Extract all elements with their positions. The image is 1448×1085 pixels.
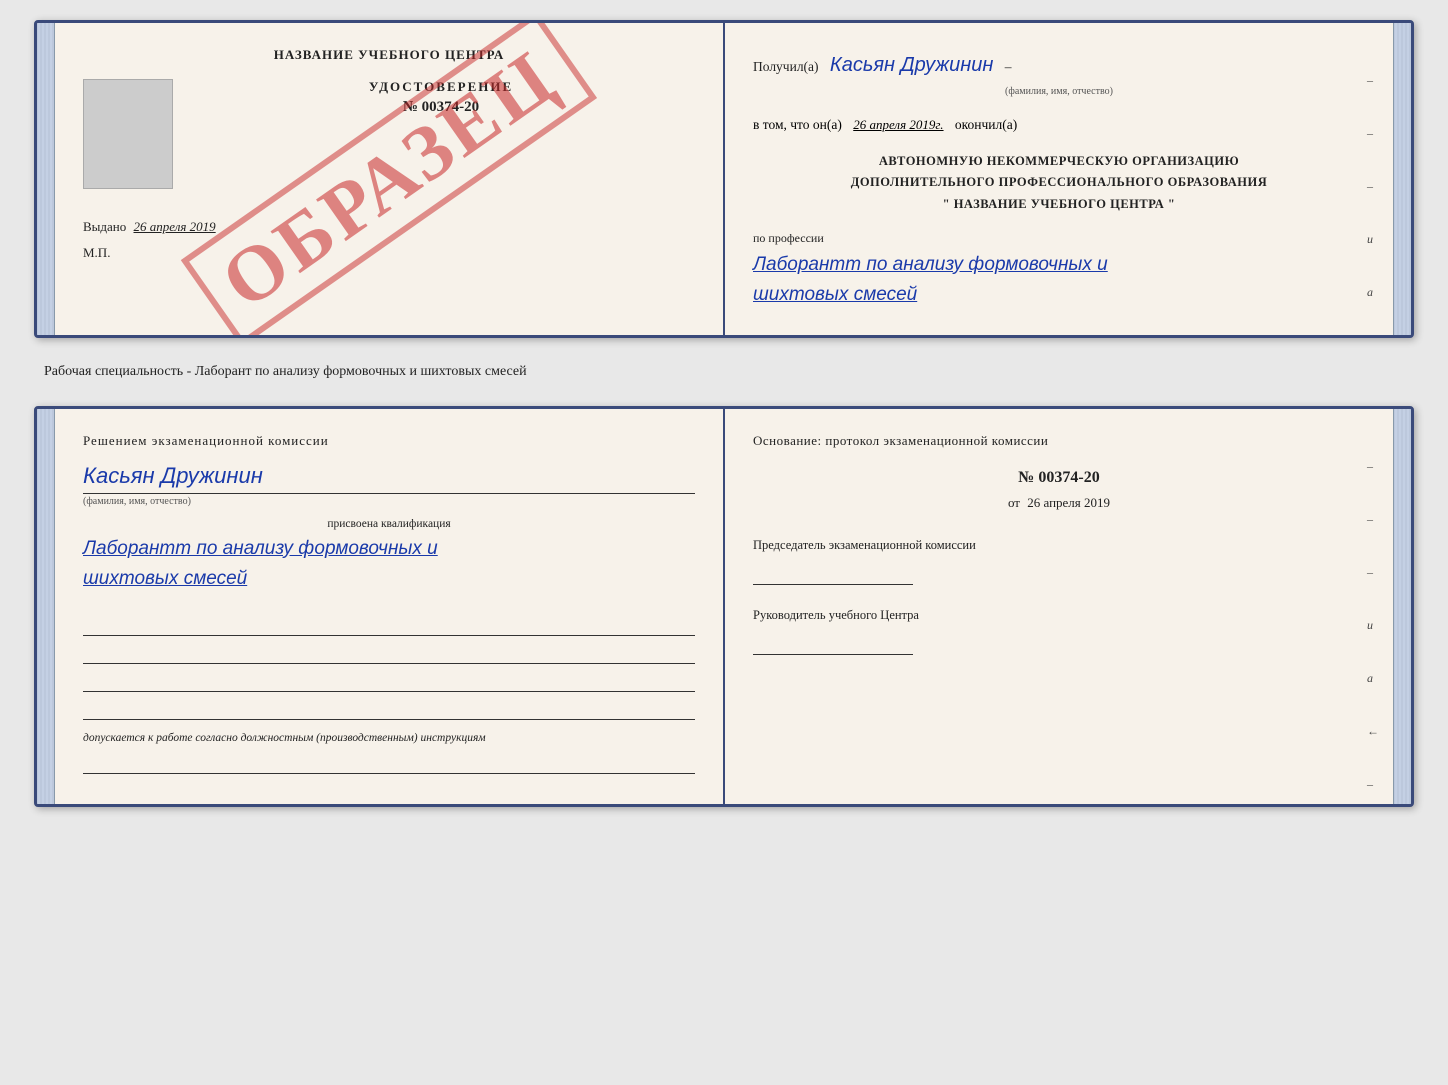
- profession-label: по профессии: [753, 231, 1365, 246]
- spine-right-bottom: [1393, 409, 1411, 805]
- profession-value: Лаборантт по анализу формовочных ишихтов…: [753, 250, 1365, 311]
- issued-date: 26 апреля 2019: [134, 219, 216, 234]
- chairman-block: Председатель экзаменационной комиссии: [753, 535, 1365, 585]
- page-container: НАЗВАНИЕ УЧЕБНОГО ЦЕНТРА УДОСТОВЕРЕНИЕ №…: [34, 20, 1414, 807]
- org-line2: ДОПОЛНИТЕЛЬНОГО ПРОФЕССИОНАЛЬНОГО ОБРАЗО…: [753, 172, 1365, 193]
- qualification-label: присвоена квалификация: [83, 518, 695, 530]
- char-barrow: ←: [1367, 724, 1379, 739]
- line-3: [83, 670, 695, 692]
- date-prefix: в том, что он(а): [753, 117, 842, 132]
- decision-text: Решением экзаменационной комиссии: [83, 433, 695, 449]
- document-bottom: Решением экзаменационной комиссии Касьян…: [34, 406, 1414, 808]
- spine-right: [1393, 23, 1411, 335]
- head-label: Руководитель учебного Центра: [753, 605, 1365, 625]
- dash-b3: –: [1367, 565, 1379, 580]
- dash-1: –: [1367, 73, 1379, 88]
- допускается-text: допускается к работе согласно должностны…: [83, 732, 695, 744]
- char-ba: а: [1367, 671, 1379, 686]
- spine-left-bottom: [37, 409, 55, 805]
- dash-b4: –: [1367, 777, 1379, 792]
- protocol-date: от 26 апреля 2019: [753, 495, 1365, 511]
- protocol-date-value: 26 апреля 2019: [1027, 495, 1110, 510]
- date-suffix: окончил(а): [955, 117, 1017, 132]
- issued-label: Выдано: [83, 219, 126, 234]
- org-line3: " НАЗВАНИЕ УЧЕБНОГО ЦЕНТРА ": [753, 194, 1365, 215]
- name-underline: Касьян Дружинин (фамилия, имя, отчество): [83, 463, 695, 494]
- date-line: в том, что он(а) 26 апреля 2019г. окончи…: [753, 117, 1365, 133]
- org-block: АВТОНОМНУЮ НЕКОММЕРЧЕСКУЮ ОРГАНИЗАЦИЮ ДО…: [753, 151, 1365, 215]
- head-signature: [753, 633, 913, 655]
- cert-number: № 00374-20: [187, 99, 695, 116]
- doc-bottom-right: Основание: протокол экзаменационной коми…: [725, 409, 1393, 805]
- line-5: [83, 752, 695, 774]
- bottom-lines: [83, 614, 695, 720]
- qualification-value: Лаборантт по анализу формовочных ишихтов…: [83, 534, 695, 595]
- char-a: а: [1367, 285, 1379, 300]
- cert-issued: Выдано 26 апреля 2019: [83, 219, 695, 235]
- char-bi: и: [1367, 618, 1379, 633]
- right-dashes-bottom: – – – и а ← – – –: [1367, 459, 1379, 808]
- osnov-text: Основание: протокол экзаменационной коми…: [753, 433, 1365, 449]
- cert-mp: М.П.: [83, 245, 695, 261]
- chairman-signature: [753, 563, 913, 585]
- cert-block: УДОСТОВЕРЕНИЕ № 00374-20: [83, 79, 695, 189]
- protocol-date-prefix: от: [1008, 495, 1020, 510]
- dash-3: –: [1367, 179, 1379, 194]
- dash-b2: –: [1367, 512, 1379, 527]
- top-title: НАЗВАНИЕ УЧЕБНОГО ЦЕНТРА: [83, 47, 695, 63]
- profession-block: по профессии Лаборантт по анализу формов…: [753, 231, 1365, 311]
- received-sub: (фамилия, имя, отчество): [753, 83, 1365, 101]
- org-line1: АВТОНОМНУЮ НЕКОММЕРЧЕСКУЮ ОРГАНИЗАЦИЮ: [753, 151, 1365, 172]
- date-value: 26 апреля 2019г.: [853, 117, 943, 132]
- cert-text: УДОСТОВЕРЕНИЕ № 00374-20: [187, 79, 695, 124]
- received-prefix: Получил(а): [753, 59, 819, 74]
- head-block: Руководитель учебного Центра: [753, 605, 1365, 655]
- name-block: Касьян Дружинин (фамилия, имя, отчество): [83, 463, 695, 494]
- line-1: [83, 614, 695, 636]
- protocol-number: № 00374-20: [753, 469, 1365, 487]
- doc-top-right: Получил(а) Касьян Дружинин – (фамилия, и…: [725, 23, 1393, 335]
- name-sub: (фамилия, имя, отчество): [83, 496, 191, 507]
- right-dashes: – – – и а ← – – –: [1367, 73, 1379, 338]
- dash-b1: –: [1367, 459, 1379, 474]
- dash-2: –: [1367, 126, 1379, 141]
- chairman-label: Председатель экзаменационной комиссии: [753, 535, 1365, 555]
- line-2: [83, 642, 695, 664]
- cert-label: УДОСТОВЕРЕНИЕ: [187, 79, 695, 95]
- separator-text: Рабочая специальность - Лаборант по анал…: [44, 356, 1404, 388]
- spine-left: [37, 23, 55, 335]
- qualification-block: присвоена квалификация Лаборантт по анал…: [83, 518, 695, 595]
- document-top: НАЗВАНИЕ УЧЕБНОГО ЦЕНТРА УДОСТОВЕРЕНИЕ №…: [34, 20, 1414, 338]
- received-line: Получил(а) Касьян Дружинин – (фамилия, и…: [753, 47, 1365, 101]
- doc-bottom-left: Решением экзаменационной комиссии Касьян…: [55, 409, 725, 805]
- char-i: и: [1367, 232, 1379, 247]
- received-name: Касьян Дружинин: [830, 54, 993, 76]
- doc-top-left: НАЗВАНИЕ УЧЕБНОГО ЦЕНТРА УДОСТОВЕРЕНИЕ №…: [55, 23, 725, 335]
- bottom-name: Касьян Дружинин: [83, 463, 263, 489]
- line-4: [83, 698, 695, 720]
- cert-photo: [83, 79, 173, 189]
